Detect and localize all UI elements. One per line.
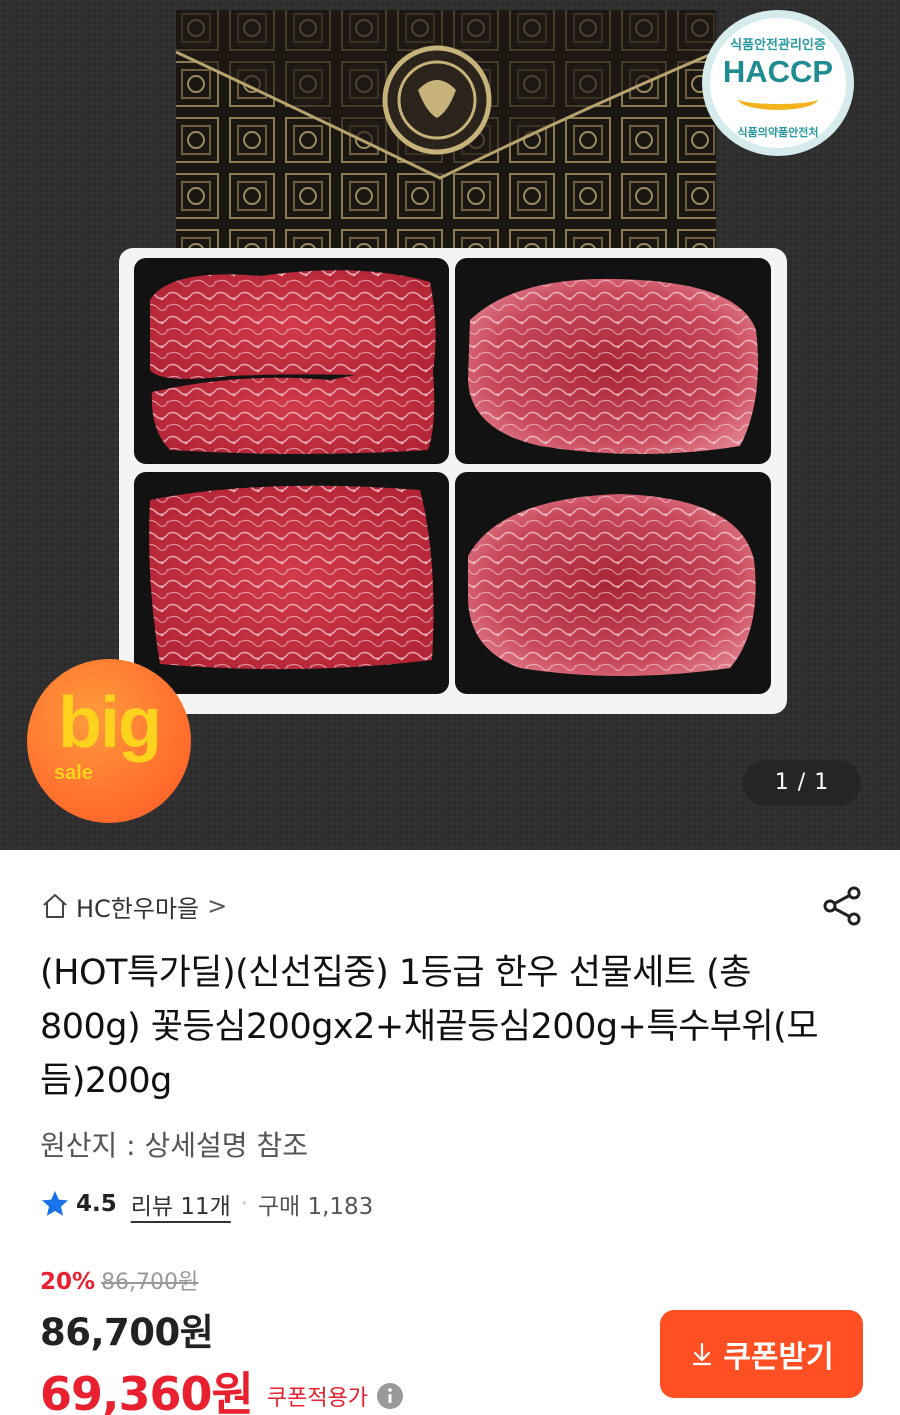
product-origin: 원산지 : 상세설명 참조 bbox=[40, 1129, 308, 1162]
big-sale-badge: big sale bbox=[27, 659, 191, 823]
badge-big-text: big bbox=[58, 683, 162, 763]
haccp-mark: HACCP bbox=[722, 54, 834, 89]
haccp-bottom-text: 식품의약품안전처 bbox=[737, 126, 819, 139]
haccp-certification-badge: 식품안전관리인증 HACCP 식품의약품안전처 bbox=[702, 10, 854, 156]
discount-rate: 20% bbox=[40, 1269, 96, 1295]
product-title: (HOT특가딜)(신선집중) 1등급 한우 선물세트 (총 800g) 꽃등심2… bbox=[40, 953, 819, 1101]
rating-score: 4.5 bbox=[76, 1191, 117, 1217]
download-icon bbox=[693, 1342, 712, 1366]
haccp-top-text: 식품안전관리인증 bbox=[730, 38, 826, 53]
review-count-link[interactable]: 리뷰 11개 bbox=[131, 1187, 231, 1221]
home-icon bbox=[43, 894, 67, 918]
product-image[interactable]: 식품안전관리인증 HACCP 식품의약품안전처 big sale 1 / 1 bbox=[0, 0, 900, 850]
star-icon bbox=[42, 1191, 68, 1216]
separator-dot: · bbox=[240, 1191, 248, 1217]
rating-row: 4.5 리뷰 11개 · 구매 1,183 bbox=[40, 1186, 373, 1222]
discount-row: 20% 86,700원 bbox=[40, 1264, 404, 1296]
badge-sale-text: sale bbox=[54, 762, 93, 784]
price-area: 20% 86,700원 86,700원 69,360원 쿠폰적용가 bbox=[40, 1264, 404, 1415]
store-link[interactable]: HC한우마을 > bbox=[40, 888, 227, 924]
get-coupon-button[interactable]: 쿠폰받기 bbox=[660, 1310, 863, 1398]
coupon-price-label: 쿠폰적용가 bbox=[266, 1386, 369, 1411]
get-coupon-label: 쿠폰받기 bbox=[723, 1340, 834, 1375]
sale-price: 86,700원 bbox=[40, 1311, 214, 1354]
purchase-count: 구매 1,183 bbox=[257, 1194, 374, 1220]
share-icon[interactable] bbox=[820, 883, 866, 929]
coupon-price-row: 69,360원 쿠폰적용가 bbox=[40, 1358, 404, 1415]
chevron-right-icon: > bbox=[207, 892, 228, 920]
haccp-smile-icon bbox=[738, 88, 818, 110]
info-icon[interactable] bbox=[376, 1382, 404, 1410]
image-counter: 1 / 1 bbox=[743, 760, 861, 806]
store-name: HC한우마을 bbox=[76, 894, 200, 923]
coupon-price: 69,360원 bbox=[40, 1367, 254, 1415]
original-price: 86,700원 bbox=[101, 1270, 199, 1295]
